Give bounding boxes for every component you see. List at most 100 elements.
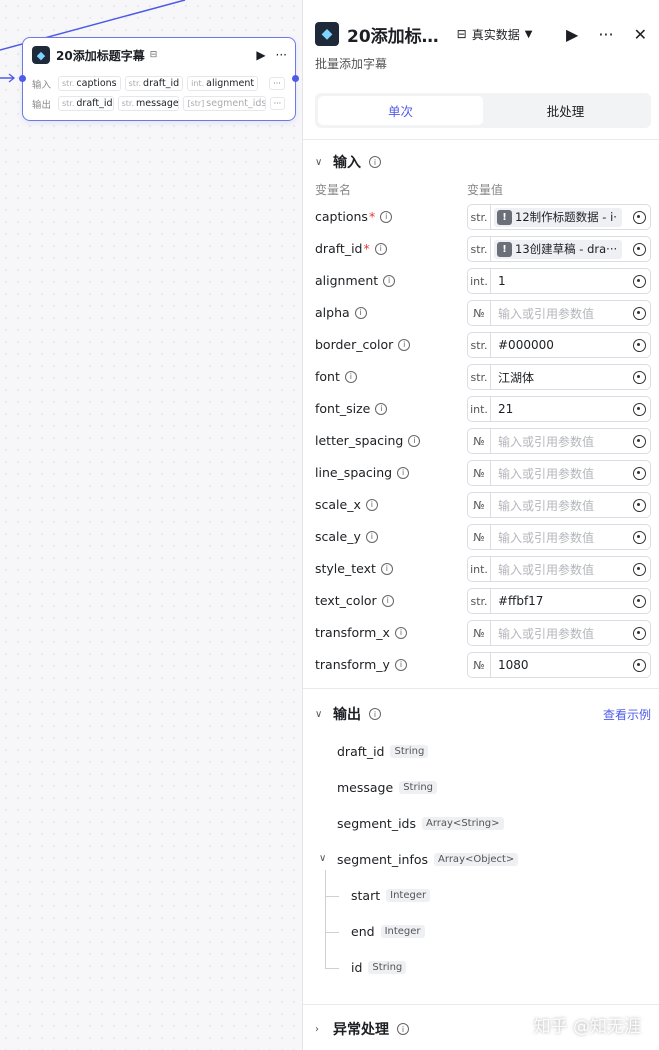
node-output-more[interactable]: ···: [269, 97, 285, 110]
edge-layer: [0, 0, 186, 83]
info-icon[interactable]: i: [398, 338, 411, 351]
info-icon[interactable]: i: [408, 434, 421, 447]
param-name-text: line_spacing: [315, 465, 393, 480]
param-field[interactable]: № 输入或引用参数值: [467, 524, 651, 550]
tree-line: [325, 870, 326, 968]
input-section-header[interactable]: ∨ 输入 i: [315, 152, 381, 172]
output-type-badge: Integer: [380, 925, 425, 938]
variable-ref-icon[interactable]: [628, 274, 650, 288]
more-icon[interactable]: ···: [598, 25, 613, 44]
param-value[interactable]: 21: [491, 402, 628, 416]
info-icon[interactable]: i: [365, 530, 378, 543]
variable-ref-icon[interactable]: [628, 562, 650, 576]
param-input[interactable]: 输入或引用参数值: [491, 433, 628, 450]
param-field[interactable]: № 输入或引用参数值: [467, 460, 651, 486]
param-field[interactable]: str. !13创建草稿 - dra···✕: [467, 236, 651, 262]
param-field[interactable]: int. 输入或引用参数值: [467, 556, 651, 582]
param-value[interactable]: 江湖体: [491, 369, 628, 386]
variable-ref-icon[interactable]: [628, 402, 650, 416]
node-output-label: 输出: [32, 99, 52, 111]
variable-ref-icon[interactable]: [628, 306, 650, 320]
param-type-label: str.: [468, 589, 491, 613]
info-icon[interactable]: i: [375, 402, 388, 415]
param-value[interactable]: #000000: [491, 338, 628, 352]
node-input-port[interactable]: [19, 75, 26, 82]
variable-ref-icon[interactable]: [628, 594, 650, 608]
info-icon[interactable]: i: [394, 658, 407, 671]
info-icon[interactable]: i: [374, 242, 387, 255]
variable-ref-icon[interactable]: [628, 530, 650, 544]
node-more-icon[interactable]: ···: [276, 48, 287, 62]
param-field[interactable]: № 输入或引用参数值: [467, 428, 651, 454]
param-reference-chip[interactable]: !13创建草稿 - dra···✕: [494, 239, 622, 259]
info-icon[interactable]: i: [380, 210, 393, 223]
param-input[interactable]: 输入或引用参数值: [491, 465, 628, 482]
param-input[interactable]: 输入或引用参数值: [491, 625, 628, 642]
variable-ref-icon[interactable]: [628, 466, 650, 480]
param-input[interactable]: 输入或引用参数值: [491, 529, 628, 546]
param-row: captions* i str. !12制作标题数据 - i·✕: [315, 204, 651, 230]
variable-ref-icon[interactable]: [628, 242, 650, 256]
variable-ref-icon[interactable]: [628, 434, 650, 448]
output-child-item: id String: [351, 960, 407, 975]
node-output-port[interactable]: [292, 75, 299, 82]
param-input[interactable]: 输入或引用参数值: [491, 561, 628, 578]
param-field[interactable]: № 1080: [467, 652, 651, 678]
node-output-chip: str. message: [117, 96, 180, 111]
param-field[interactable]: № 输入或引用参数值: [467, 620, 651, 646]
param-field[interactable]: int. 1: [467, 268, 651, 294]
node-config-panel: ◆ 20添加标… ⊟ 真实数据 ▼ ▶ ··· ✕ 批量添加字幕 单次 批处理 …: [302, 0, 659, 1050]
output-type-badge: Array<String>: [422, 817, 504, 830]
info-icon[interactable]: i: [397, 466, 410, 479]
info-icon[interactable]: i: [383, 274, 396, 287]
info-icon[interactable]: i: [369, 708, 381, 720]
param-field[interactable]: № 输入或引用参数值: [467, 300, 651, 326]
variable-ref-icon[interactable]: [628, 658, 650, 672]
param-field[interactable]: int. 21: [467, 396, 651, 422]
param-input[interactable]: 输入或引用参数值: [491, 497, 628, 514]
workflow-node[interactable]: ◆ 20添加标题字幕 ⊟ ▶ ··· 输入 str. captions str. d…: [19, 37, 299, 121]
run-icon[interactable]: ▶: [566, 25, 578, 44]
info-icon[interactable]: i: [397, 1023, 409, 1035]
error-section-header[interactable]: › 异常处理 i: [315, 1019, 409, 1039]
param-field[interactable]: str. !12制作标题数据 - i·✕: [467, 204, 651, 230]
param-reference-chip[interactable]: !12制作标题数据 - i·✕: [494, 207, 622, 227]
param-field[interactable]: № 输入或引用参数值: [467, 492, 651, 518]
param-name-text: text_color: [315, 593, 377, 608]
chevron-down-icon[interactable]: ∨: [319, 853, 326, 864]
info-icon[interactable]: i: [369, 156, 381, 168]
info-icon[interactable]: i: [381, 594, 394, 607]
info-icon[interactable]: i: [365, 498, 378, 511]
view-example-link[interactable]: 查看示例: [603, 706, 651, 723]
tab-batch[interactable]: 批处理: [483, 96, 648, 125]
tab-single[interactable]: 单次: [318, 96, 483, 125]
node-input-more[interactable]: ···: [269, 77, 285, 90]
param-name-text: style_text: [315, 561, 376, 576]
param-input[interactable]: 输入或引用参数值: [491, 305, 628, 322]
output-section-header[interactable]: ∨ 输出 i: [315, 704, 381, 724]
variable-ref-icon[interactable]: [628, 626, 650, 640]
info-icon[interactable]: i: [344, 370, 357, 383]
close-icon[interactable]: ✕: [634, 25, 647, 44]
chevron-down-icon: ∨: [315, 708, 323, 720]
info-icon[interactable]: i: [354, 306, 367, 319]
info-icon[interactable]: i: [394, 626, 407, 639]
node-run-icon[interactable]: ▶: [256, 48, 265, 62]
param-field[interactable]: str. 江湖体: [467, 364, 651, 390]
param-value[interactable]: 1: [491, 274, 628, 288]
param-value[interactable]: #ffbf17: [491, 594, 628, 608]
variable-ref-icon[interactable]: [628, 370, 650, 384]
data-source-dropdown[interactable]: ⊟ 真实数据 ▼: [457, 26, 533, 43]
output-child-item: start Integer: [351, 888, 431, 903]
param-reference-text: 12制作标题数据 - i·: [515, 210, 617, 224]
info-icon[interactable]: i: [380, 562, 393, 575]
param-name-text: alignment: [315, 273, 379, 288]
variable-ref-icon[interactable]: [628, 338, 650, 352]
param-field[interactable]: str. #000000: [467, 332, 651, 358]
param-value[interactable]: 1080: [491, 658, 628, 672]
param-field[interactable]: str. #ffbf17: [467, 588, 651, 614]
variable-ref-icon[interactable]: [628, 210, 650, 224]
workflow-canvas[interactable]: ◆ 20添加标题字幕 ⊟ ▶ ··· 输入 str. captions str. d…: [0, 0, 302, 1050]
variable-ref-icon[interactable]: [628, 498, 650, 512]
param-name: text_color i: [315, 593, 394, 608]
